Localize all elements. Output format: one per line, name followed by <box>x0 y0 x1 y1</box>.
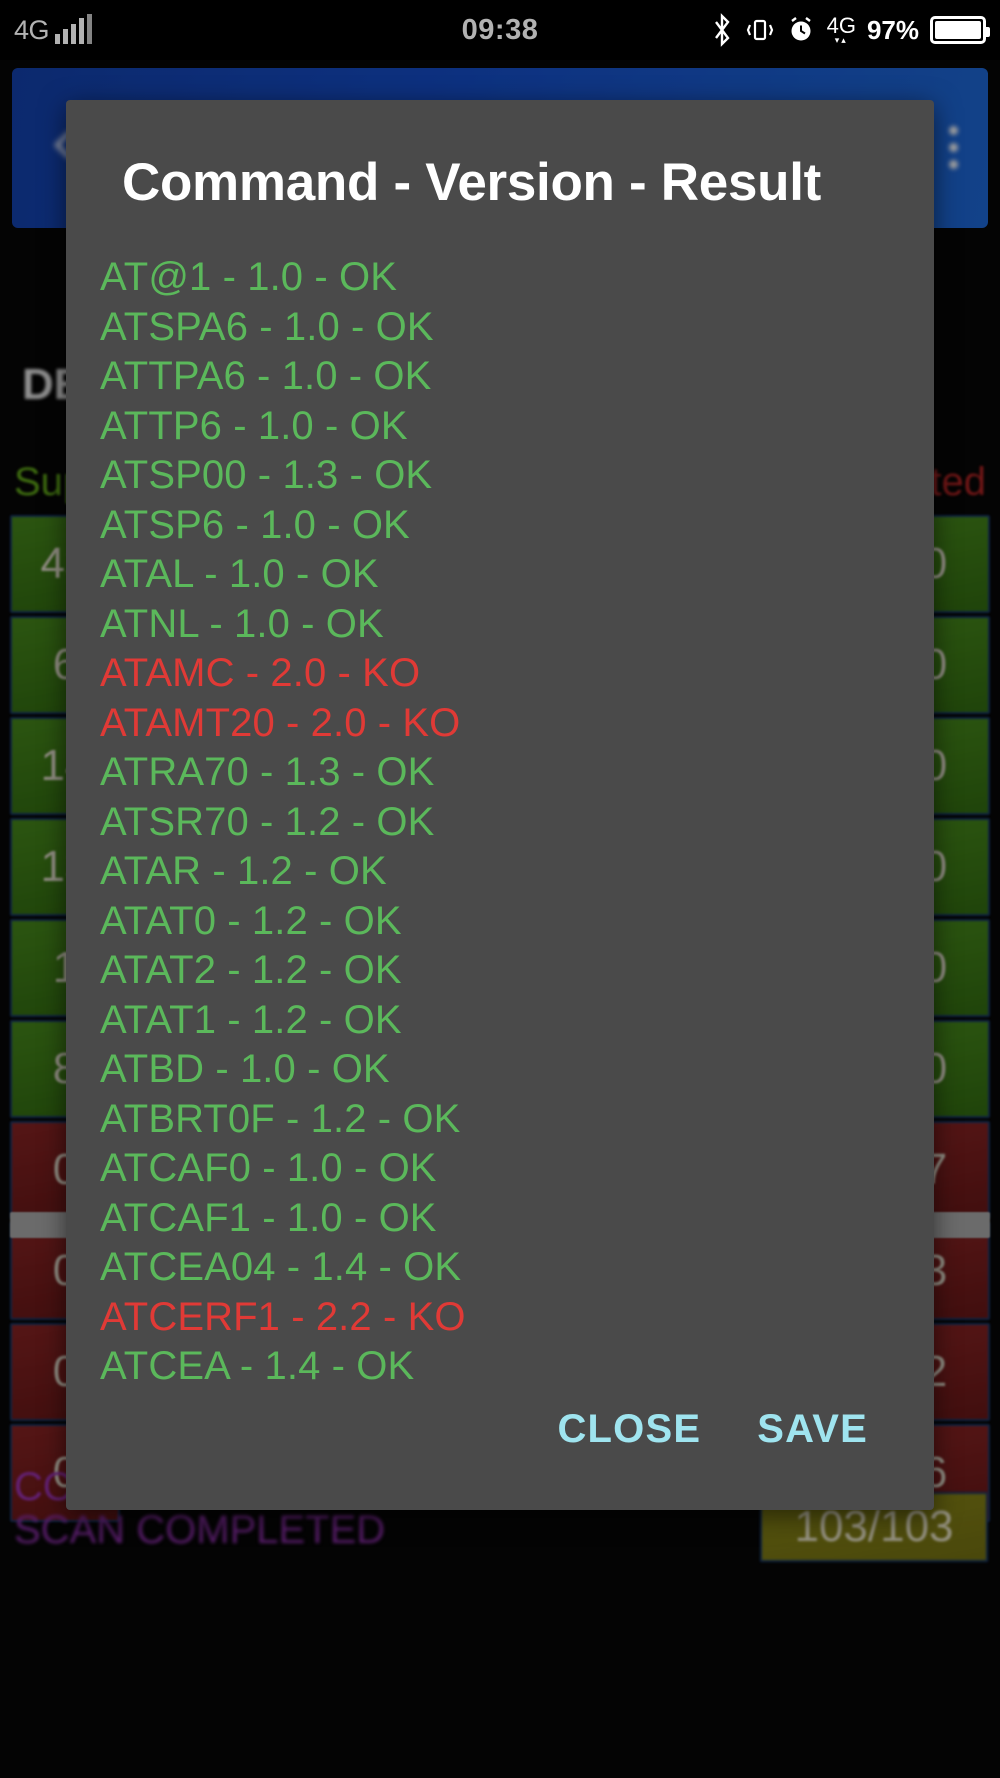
bluetooth-icon <box>710 13 734 47</box>
command-list-item: ATRA70 - 1.3 - OK <box>100 750 435 794</box>
command-list-item: ATAMC - 2.0 - KO <box>100 651 421 695</box>
battery-icon <box>930 16 990 44</box>
command-list-item: ATCAF0 - 1.0 - OK <box>100 1146 437 1190</box>
command-list-item: ATAMT20 - 2.0 - KO <box>100 700 461 745</box>
command-list-item: ATSPA6 - 1.0 - OK <box>100 304 434 349</box>
dialog-actions: CLOSE SAVE <box>66 1401 934 1510</box>
command-list-item: ATTPA6 - 1.0 - OK <box>100 354 432 398</box>
vibrate-icon <box>745 15 775 45</box>
command-version-result-dialog: Command - Version - Result AT@1 - 1.0 - … <box>66 100 934 1510</box>
network-type-right-label: 4G ▾▴ <box>826 13 856 45</box>
save-button[interactable]: SAVE <box>753 1401 872 1458</box>
command-list-item: ATSP6 - 1.0 - OK <box>100 502 410 547</box>
command-list-item: ATBD - 1.0 - OK <box>100 1047 390 1091</box>
command-list-item: ATAT2 - 1.2 - OK <box>100 948 402 992</box>
command-list-item: ATAL - 1.0 - OK <box>100 552 379 596</box>
status-bar-right: 4G ▾▴ 97% <box>710 13 990 47</box>
command-list-item: ATCERF1 - 2.2 - KO <box>100 1294 466 1339</box>
command-list-item: ATCF00000111 - 1.0 - OK <box>100 1392 934 1402</box>
command-list-item: ATTP6 - 1.0 - OK <box>100 403 408 448</box>
command-list[interactable]: AT@1 - 1.0 - OK ATSPA6 - 1.0 - OK ATTPA6 -… <box>66 213 934 1401</box>
dialog-title: Command - Version - Result <box>122 153 821 212</box>
command-list-item: ATBRT0F - 1.2 - OK <box>100 1096 461 1141</box>
command-list-item: ATSP00 - 1.3 - OK <box>100 453 433 497</box>
alarm-icon <box>786 15 816 45</box>
command-list-item: AT@1 - 1.0 - OK <box>100 255 397 299</box>
command-list-item: ATCEA04 - 1.4 - OK <box>100 1245 462 1289</box>
battery-percent-label: 97% <box>866 14 919 45</box>
command-list-item: ATAT0 - 1.2 - OK <box>100 898 402 943</box>
command-list-item: ATAR - 1.2 - OK <box>100 849 387 893</box>
command-list-item: ATNL - 1.0 - OK <box>100 601 384 646</box>
command-list-item: ATAT1 - 1.2 - OK <box>100 997 402 1042</box>
command-list-item: ATSR70 - 1.2 - OK <box>100 799 435 844</box>
close-button[interactable]: CLOSE <box>553 1401 705 1458</box>
command-list-item: ATCEA - 1.4 - OK <box>100 1344 415 1388</box>
command-list-item: ATCAF1 - 1.0 - OK <box>100 1195 437 1240</box>
